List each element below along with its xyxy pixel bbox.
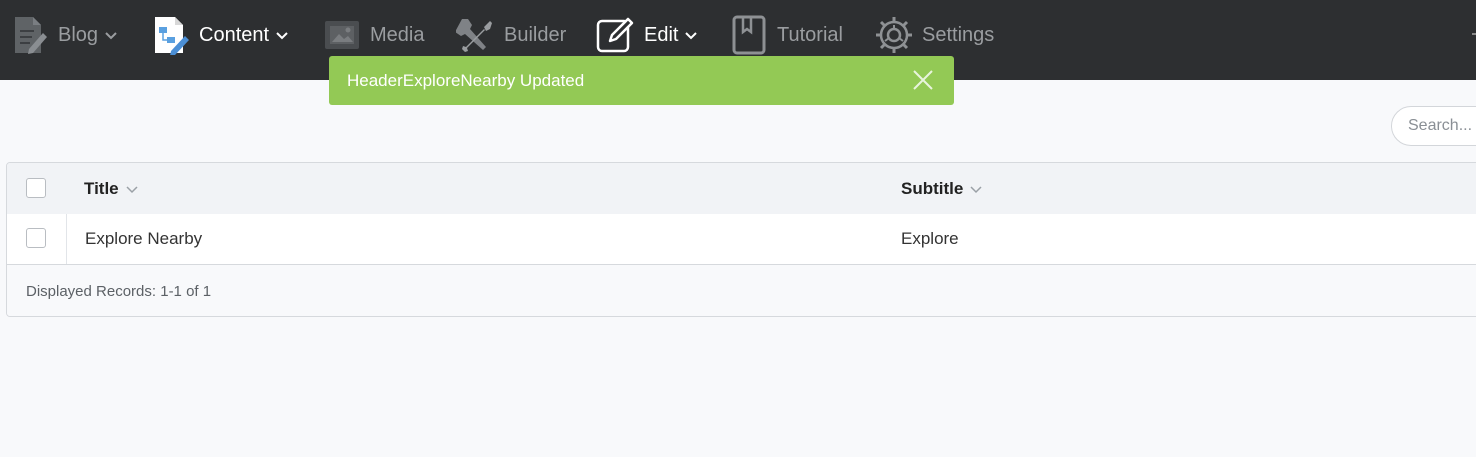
nav-label: Builder <box>504 23 567 46</box>
record-count: Displayed Records: 1-1 of 1 <box>26 282 212 300</box>
nav-label: Tutorial <box>777 23 843 46</box>
row-checkbox[interactable] <box>26 228 46 248</box>
divider <box>66 214 67 264</box>
sort-chevron-icon <box>970 183 982 195</box>
blog-icon <box>10 15 50 55</box>
close-icon[interactable] <box>912 69 934 91</box>
media-icon <box>322 15 362 55</box>
column-header-subtitle[interactable]: Subtitle <box>901 163 982 214</box>
nav-label: Media <box>370 23 425 46</box>
select-all-checkbox[interactable] <box>26 178 46 198</box>
edit-pencil-icon <box>596 15 636 55</box>
success-toast: HeaderExploreNearby Updated <box>329 56 954 105</box>
content-icon <box>151 15 191 55</box>
cell-title: Explore Nearby <box>85 229 203 248</box>
table-footer: Displayed Records: 1-1 of 1 <box>7 265 1476 316</box>
nav-item-blog[interactable]: Blog <box>10 0 118 70</box>
records-table: Title Subtitle Explore Nearby Explore Di… <box>6 162 1476 317</box>
bookmark-icon <box>729 15 769 55</box>
sort-chevron-icon <box>126 183 138 195</box>
column-label: Subtitle <box>901 178 964 198</box>
chevron-down-icon <box>275 28 289 42</box>
chevron-down-icon <box>104 28 118 42</box>
cell-subtitle: Explore <box>901 229 959 248</box>
nav-label: Settings <box>922 23 995 46</box>
nav-label: Edit <box>644 23 679 46</box>
column-label: Title <box>84 178 119 198</box>
table-row[interactable]: Explore Nearby Explore <box>7 214 1476 265</box>
search-input[interactable] <box>1391 106 1476 146</box>
nav-item-content[interactable]: Content <box>151 0 289 70</box>
gear-icon <box>874 15 914 55</box>
chevron-down-icon <box>684 28 698 42</box>
column-header-title[interactable]: Title <box>84 163 138 214</box>
table-header: Title Subtitle <box>7 163 1476 215</box>
nav-label: Content <box>199 23 270 46</box>
nav-label: Blog <box>58 23 99 46</box>
builder-tools-icon <box>456 15 496 55</box>
toast-message: HeaderExploreNearby Updated <box>347 70 585 90</box>
overflow-indicator <box>1472 33 1476 35</box>
